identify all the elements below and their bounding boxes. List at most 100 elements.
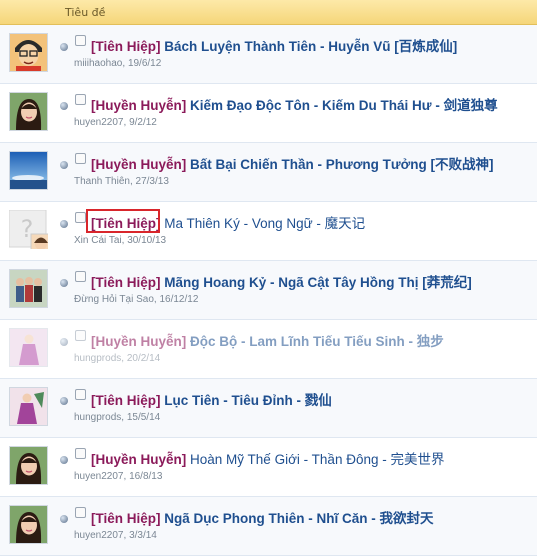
thread-status-icon xyxy=(60,102,68,110)
unknown-user-avatar-icon: ? xyxy=(9,210,48,249)
thread-meta: Xin Cái Tai, 30/10/13 xyxy=(74,235,167,246)
thread-meta: huyen2207, 9/2/12 xyxy=(74,117,157,128)
thread-author[interactable]: huyen2207 xyxy=(74,530,124,541)
girl-photo-avatar-icon xyxy=(10,506,47,543)
thread-title-link[interactable]: Lục Tiên - Tiêu Đỉnh - 戮仙 xyxy=(164,393,332,408)
thread-row: [Tiên Hiệp] Ngã Dục Phong Thiên - Nhĩ Că… xyxy=(0,497,537,556)
thread-author[interactable]: huyen2207 xyxy=(74,117,124,128)
thread-select-checkbox[interactable] xyxy=(75,271,86,282)
thread-date: 27/3/13 xyxy=(135,176,169,187)
thread-select-checkbox[interactable] xyxy=(75,330,86,341)
column-title-label[interactable]: Tiêu đề xyxy=(65,6,105,19)
thread-status-icon xyxy=(60,43,68,51)
thread-status-icon xyxy=(60,220,68,228)
thread-status-icon xyxy=(60,161,68,169)
thread-meta: Đừng Hỏi Tại Sao, 16/12/12 xyxy=(74,294,199,305)
thread-row: [Huyền Huyễn] Độc Bộ - Lam Lĩnh Tiếu Tiế… xyxy=(0,320,537,379)
thread-title: [Huyền Huyễn] Bất Bại Chiến Thần - Phươn… xyxy=(91,153,494,173)
girl-photo-avatar-icon xyxy=(10,93,47,130)
thread-meta: miiihaohao, 19/6/12 xyxy=(74,58,162,69)
thread-title-link[interactable]: Ngã Dục Phong Thiên - Nhĩ Căn - 我欲封天 xyxy=(164,511,433,526)
thread-select-checkbox[interactable] xyxy=(75,448,86,459)
thread-author[interactable]: hungprods xyxy=(74,412,121,423)
thread-select-checkbox[interactable] xyxy=(75,507,86,518)
thread-row: [Tiên Hiệp] Lục Tiên - Tiêu Đỉnh - 戮仙 hu… xyxy=(0,379,537,438)
avatar[interactable] xyxy=(9,328,48,367)
thread-author[interactable]: miiihaohao xyxy=(74,58,122,69)
thread-date: 15/5/14 xyxy=(126,412,161,423)
thread-author[interactable]: Thanh Thiên xyxy=(74,176,130,187)
thread-row: [Huyền Huyễn] Kiếm Đạo Độc Tôn - Kiếm Du… xyxy=(0,84,537,143)
thread-author[interactable]: Xin Cái Tai xyxy=(74,235,122,246)
thread-row: [Tiên Hiệp] Mãng Hoang Kỷ - Ngã Cật Tây … xyxy=(0,261,537,320)
thread-title-link[interactable]: Bách Luyện Thành Tiên - Huyễn Vũ [百炼成仙] xyxy=(164,39,457,54)
thread-status-icon xyxy=(60,279,68,287)
thread-meta: hungprods, 20/2/14 xyxy=(74,353,161,364)
thread-date: 9/2/12 xyxy=(129,117,157,128)
girl-photo-avatar-icon xyxy=(10,447,47,484)
thread-prefix[interactable]: [Tiên Hiệp] xyxy=(91,39,161,54)
costume-photo-avatar-icon xyxy=(10,388,47,425)
thread-prefix[interactable]: [Huyền Huyễn] xyxy=(91,452,186,467)
thread-row: [Huyền Huyễn] Bất Bại Chiến Thần - Phươn… xyxy=(0,143,537,202)
thread-title: [Huyền Huyễn] Kiếm Đạo Độc Tôn - Kiếm Du… xyxy=(91,94,498,114)
thread-prefix[interactable]: [Huyền Huyễn] xyxy=(91,334,186,349)
avatar[interactable] xyxy=(9,269,48,308)
thread-select-checkbox[interactable] xyxy=(75,35,86,46)
thread-date: 16/12/12 xyxy=(159,294,199,305)
thread-row: [Tiên Hiệp] Bách Luyện Thành Tiên - Huyễ… xyxy=(0,25,537,84)
thread-title: [Huyền Huyễn] Hoàn Mỹ Thế Giới - Thần Đô… xyxy=(91,448,444,468)
thread-list-header: Tiêu đề xyxy=(0,0,537,25)
avatar[interactable] xyxy=(9,387,48,426)
avatar[interactable] xyxy=(9,92,48,131)
thread-title: [Tiên Hiệp] Mãng Hoang Kỷ - Ngã Cật Tây … xyxy=(91,271,472,291)
thread-author[interactable]: Đừng Hỏi Tại Sao xyxy=(74,294,154,305)
cartoon-boy-avatar-icon xyxy=(10,34,47,71)
thread-select-checkbox[interactable] xyxy=(75,153,86,164)
thread-meta: hungprods, 15/5/14 xyxy=(74,412,161,423)
thread-date: 3/3/14 xyxy=(129,530,157,541)
thread-title-link[interactable]: Bất Bại Chiến Thần - Phương Tưởng [不败战神] xyxy=(190,157,493,172)
avatar[interactable]: ? xyxy=(9,210,48,249)
thread-select-checkbox[interactable] xyxy=(75,94,86,105)
thread-title-link[interactable]: Hoàn Mỹ Thế Giới - Thần Đông - 完美世界 xyxy=(190,452,444,467)
thread-status-icon xyxy=(60,515,68,523)
group-photo-avatar-icon xyxy=(10,270,47,307)
costume-photo-avatar-icon xyxy=(10,329,47,366)
thread-date: 20/2/14 xyxy=(126,353,161,364)
thread-title-link[interactable]: Kiếm Đạo Độc Tôn - Kiếm Du Thái Hư - 剑道独… xyxy=(190,98,498,113)
sky-photo-avatar-icon xyxy=(10,152,47,189)
thread-meta: Thanh Thiên, 27/3/13 xyxy=(74,176,169,187)
avatar[interactable] xyxy=(9,151,48,190)
thread-status-icon xyxy=(60,338,68,346)
thread-status-icon xyxy=(60,397,68,405)
thread-meta: huyen2207, 3/3/14 xyxy=(74,530,157,541)
thread-meta: huyen2207, 16/8/13 xyxy=(74,471,163,482)
thread-author[interactable]: hungprods xyxy=(74,353,121,364)
avatar[interactable] xyxy=(9,505,48,544)
thread-prefix[interactable]: [Tiên Hiệp] xyxy=(91,511,161,526)
thread-prefix[interactable]: [Huyền Huyễn] xyxy=(91,157,186,172)
thread-row: [Huyền Huyễn] Hoàn Mỹ Thế Giới - Thần Đô… xyxy=(0,438,537,497)
thread-title: [Tiên Hiệp] Bách Luyện Thành Tiên - Huyễ… xyxy=(91,35,457,55)
thread-row: ? [Tiên Hiệp] Ma Thiên Ký - Vong Ngữ - 魔… xyxy=(0,202,537,261)
thread-title: [Tiên Hiệp] Ngã Dục Phong Thiên - Nhĩ Că… xyxy=(91,507,434,527)
avatar[interactable] xyxy=(9,33,48,72)
thread-date: 16/8/13 xyxy=(129,471,163,482)
thread-select-checkbox[interactable] xyxy=(75,212,86,223)
thread-author[interactable]: huyen2207 xyxy=(74,471,124,482)
thread-title-link[interactable]: Mãng Hoang Kỷ - Ngã Cật Tây Hồng Thị [莽荒… xyxy=(164,275,472,290)
thread-prefix[interactable]: [Tiên Hiệp] xyxy=(91,275,161,290)
avatar[interactable] xyxy=(9,446,48,485)
thread-title-link[interactable]: Độc Bộ - Lam Lĩnh Tiếu Tiếu Sinh - 独步 xyxy=(190,334,444,349)
thread-prefix[interactable]: [Tiên Hiệp] xyxy=(91,393,161,408)
thread-select-checkbox[interactable] xyxy=(75,389,86,400)
thread-title: [Huyền Huyễn] Độc Bộ - Lam Lĩnh Tiếu Tiế… xyxy=(91,330,444,350)
thread-title-link[interactable]: Ma Thiên Ký - Vong Ngữ - 魔天记 xyxy=(164,216,365,231)
thread-status-icon xyxy=(60,456,68,464)
thread-date: 19/6/12 xyxy=(127,58,162,69)
thread-date: 30/10/13 xyxy=(127,235,167,246)
thread-prefix[interactable]: [Huyền Huyễn] xyxy=(91,98,186,113)
prefix-highlight-box xyxy=(86,209,160,233)
thread-title: [Tiên Hiệp] Lục Tiên - Tiêu Đỉnh - 戮仙 xyxy=(91,389,332,409)
